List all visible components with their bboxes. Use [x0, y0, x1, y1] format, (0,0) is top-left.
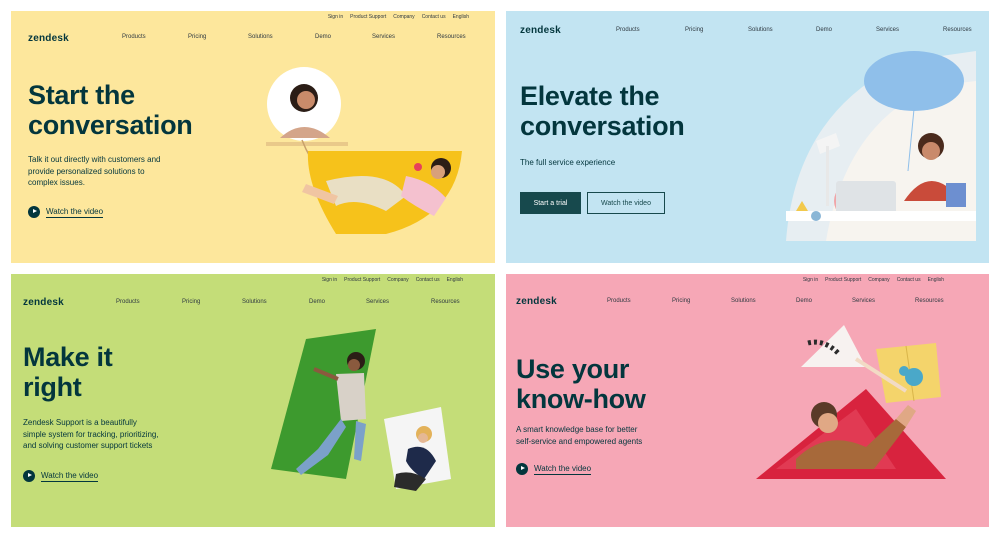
- contact-us-link[interactable]: Contact us: [416, 277, 440, 283]
- hero-panel-elevate-conversation: zendesk Products Pricing Solutions Demo …: [506, 11, 989, 263]
- nav-products[interactable]: Products: [607, 298, 631, 304]
- nav-resources[interactable]: Resources: [943, 27, 972, 33]
- nav-pricing[interactable]: Pricing: [188, 34, 206, 40]
- headline-line-2: conversation: [520, 111, 685, 142]
- nav-pricing[interactable]: Pricing: [182, 299, 200, 305]
- nav-pricing[interactable]: Pricing: [672, 298, 690, 304]
- nav-resources[interactable]: Resources: [437, 34, 466, 40]
- start-trial-button[interactable]: Start a trial: [520, 192, 581, 214]
- sign-in-link[interactable]: Sign in: [322, 277, 337, 283]
- nav-services[interactable]: Services: [852, 298, 875, 304]
- headline-line-1: Use your: [516, 354, 630, 384]
- language-link[interactable]: English: [453, 14, 469, 20]
- contact-us-link[interactable]: Contact us: [897, 277, 921, 283]
- nav-demo[interactable]: Demo: [315, 34, 331, 40]
- hero-description: Talk it out directly with customers and …: [28, 154, 161, 189]
- sign-in-link[interactable]: Sign in: [328, 14, 343, 20]
- nav-solutions[interactable]: Solutions: [731, 298, 756, 304]
- watch-video-label: Watch the video: [534, 463, 592, 475]
- headline-line-1: Make it: [23, 342, 113, 372]
- watch-video-label: Watch the video: [46, 206, 104, 218]
- zendesk-logo[interactable]: zendesk: [516, 296, 557, 307]
- description-line-1: A smart knowledge base for better: [516, 425, 638, 434]
- description-line-3: complex issues.: [28, 178, 85, 188]
- description-line-2: self-service and empowered agents: [516, 436, 643, 446]
- watch-video-label: Watch the video: [41, 470, 99, 482]
- headline-line-2: right: [23, 372, 82, 403]
- watch-video-link[interactable]: Watch the video: [23, 470, 99, 482]
- description-line-2: provide personalized solutions to: [28, 166, 145, 176]
- watch-video-button[interactable]: Watch the video: [587, 192, 665, 214]
- utility-links: Sign in Product Support Company Contact …: [322, 277, 463, 283]
- watch-video-link[interactable]: Watch the video: [516, 463, 592, 475]
- product-support-link[interactable]: Product Support: [344, 277, 380, 283]
- play-icon: [516, 463, 528, 475]
- headline-line-2: know-how: [516, 384, 646, 415]
- nav-solutions[interactable]: Solutions: [248, 34, 273, 40]
- hero-illustration-phone-call: [266, 67, 462, 234]
- hero-panel-use-your-know-how: Sign in Product Support Company Contact …: [506, 274, 989, 527]
- hero-headline: Use your know-how: [516, 354, 646, 414]
- hero-subtitle: The full service experience: [520, 158, 616, 167]
- watch-video-link[interactable]: Watch the video: [28, 206, 104, 218]
- language-link[interactable]: English: [928, 277, 944, 283]
- nav-services[interactable]: Services: [366, 299, 389, 305]
- play-icon: [23, 470, 35, 482]
- zendesk-logo[interactable]: zendesk: [520, 25, 561, 36]
- hero-illustration-support-team: [271, 329, 451, 491]
- hero-panel-make-it-right: Sign in Product Support Company Contact …: [11, 274, 495, 527]
- hero-description: Zendesk Support is a beautifully simple …: [23, 417, 159, 452]
- description-line-2: simple system for tracking, prioritizing…: [23, 429, 159, 439]
- nav-pricing[interactable]: Pricing: [685, 27, 703, 33]
- product-support-link[interactable]: Product Support: [825, 277, 861, 283]
- headline-line-1: Start the: [28, 80, 135, 110]
- language-link[interactable]: English: [447, 277, 463, 283]
- nav-solutions[interactable]: Solutions: [748, 27, 773, 33]
- hero-illustration-agent-desk: [786, 51, 976, 241]
- hero-headline: Start the conversation: [28, 80, 193, 141]
- nav-services[interactable]: Services: [876, 27, 899, 33]
- zendesk-logo[interactable]: zendesk: [23, 297, 64, 308]
- hero-panel-start-conversation: Sign in Product Support Company Contact …: [11, 11, 495, 263]
- nav-resources[interactable]: Resources: [915, 298, 944, 304]
- utility-links: Sign in Product Support Company Contact …: [328, 14, 469, 20]
- company-link[interactable]: Company: [387, 277, 408, 283]
- headline-line-1: Elevate the: [520, 81, 660, 111]
- nav-demo[interactable]: Demo: [796, 298, 812, 304]
- nav-demo[interactable]: Demo: [309, 299, 325, 305]
- headline-line-2: conversation: [28, 110, 193, 141]
- hero-headline: Elevate the conversation: [520, 81, 685, 142]
- hero-headline: Make it right: [23, 342, 113, 403]
- description-line-3: and solving customer support tickets: [23, 441, 153, 451]
- nav-solutions[interactable]: Solutions: [242, 299, 267, 305]
- play-icon: [28, 206, 40, 218]
- sign-in-link[interactable]: Sign in: [803, 277, 818, 283]
- hero-description: A smart knowledge base for better self-s…: [516, 424, 642, 447]
- description-line-1: Zendesk Support is a beautifully: [23, 418, 137, 427]
- nav-products[interactable]: Products: [616, 27, 640, 33]
- contact-us-link[interactable]: Contact us: [422, 14, 446, 20]
- hero-illustration-knowledge-base: [756, 325, 946, 479]
- company-link[interactable]: Company: [393, 14, 414, 20]
- zendesk-logo[interactable]: zendesk: [28, 33, 69, 44]
- product-support-link[interactable]: Product Support: [350, 14, 386, 20]
- company-link[interactable]: Company: [868, 277, 889, 283]
- nav-demo[interactable]: Demo: [816, 27, 832, 33]
- utility-links: Sign in Product Support Company Contact …: [803, 277, 944, 283]
- description-line-1: Talk it out directly with customers and: [28, 155, 161, 164]
- nav-services[interactable]: Services: [372, 34, 395, 40]
- nav-products[interactable]: Products: [122, 34, 146, 40]
- nav-resources[interactable]: Resources: [431, 299, 460, 305]
- nav-products[interactable]: Products: [116, 299, 140, 305]
